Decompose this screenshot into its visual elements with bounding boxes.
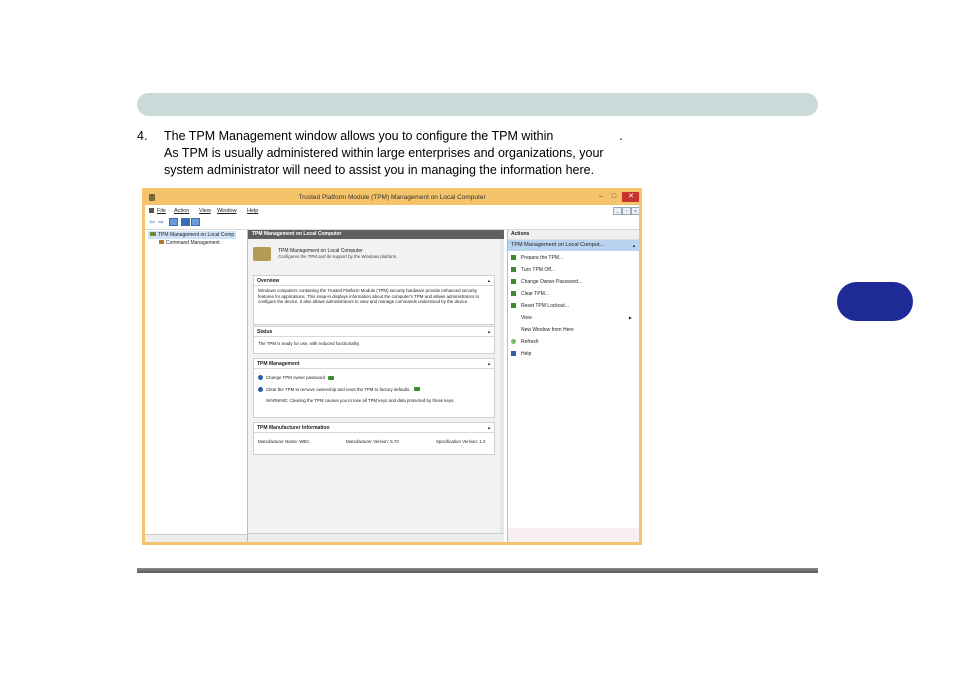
tpm-chip-icon: [150, 232, 156, 236]
menu-help[interactable]: Help: [247, 208, 258, 214]
action-change-owner-password[interactable]: Change Owner Password...: [511, 279, 582, 285]
action-prepare-tpm[interactable]: Prepare the TPM...: [511, 255, 563, 261]
collapse-icon[interactable]: ▲: [487, 329, 491, 334]
forward-icon[interactable]: ⇨: [157, 219, 165, 226]
prepare-icon: [511, 255, 516, 260]
tree-item-command-management[interactable]: Command Management: [159, 240, 220, 246]
console-tree: TPM Management on Local Comp Command Man…: [145, 230, 248, 542]
collapse-icon[interactable]: ▲: [487, 278, 491, 283]
action-view[interactable]: View▶: [511, 315, 636, 321]
action-refresh[interactable]: Refresh: [511, 339, 539, 345]
actions-footer: [508, 528, 639, 542]
action-new-window[interactable]: New Window from Here: [511, 327, 574, 333]
mdi-close-icon[interactable]: x: [631, 207, 639, 215]
center-pane: TPM Management on Local Computer TPM Man…: [248, 230, 504, 542]
action-turn-tpm-off[interactable]: Turn TPM Off...: [511, 267, 555, 273]
step-line-3: system administrator will need to assist…: [164, 162, 594, 179]
submenu-arrow-icon: ▶: [629, 315, 632, 320]
status-section: Status▲ The TPM is ready for use, with r…: [253, 326, 495, 354]
tpm-management-heading[interactable]: TPM Management▲: [254, 359, 494, 369]
help-icon[interactable]: [181, 218, 190, 226]
center-vertical-scrollbar[interactable]: [500, 239, 504, 534]
password-icon: [511, 279, 516, 284]
help-icon: [511, 351, 516, 356]
tpm-window-screenshot: Trusted Platform Module (TPM) Management…: [142, 188, 642, 545]
footer-rule: [137, 568, 818, 573]
title-bar: Trusted Platform Module (TPM) Management…: [145, 191, 639, 205]
maximize-button[interactable]: □: [608, 192, 620, 202]
step-number: 4.: [137, 128, 147, 145]
console-icon: [149, 208, 154, 213]
chapter-tab: [837, 282, 913, 321]
info-icon: [258, 387, 263, 392]
manufacturer-version: Manufacturer Version: 5.73: [346, 439, 399, 445]
action-reset-tpm-lockout[interactable]: Reset TPM Lockout...: [511, 303, 569, 309]
action-link-icon[interactable]: [328, 376, 334, 380]
clear-icon: [511, 291, 516, 296]
intro-subtitle: Configures the TPM and its support by th…: [278, 254, 396, 259]
actions-header: Actions: [508, 230, 639, 240]
header-band: [137, 93, 818, 116]
reset-icon: [511, 303, 516, 308]
center-content: TPM Management on Local Computer Configu…: [248, 239, 500, 534]
toolbar: ⇦ ⇨: [145, 216, 639, 230]
info-icon: [258, 375, 263, 380]
show-hide-tree-icon[interactable]: [169, 218, 178, 226]
collapse-icon[interactable]: ▲: [487, 361, 491, 366]
minimize-button[interactable]: –: [595, 192, 607, 202]
refresh-icon: [511, 339, 516, 344]
manufacturer-section: TPM Manufacturer Information▲ Manufactur…: [253, 422, 495, 455]
clear-tpm-item[interactable]: Clear the TPM to remove ownership and re…: [258, 387, 490, 393]
manufacturer-heading[interactable]: TPM Manufacturer Information▲: [254, 423, 494, 433]
actions-subheader[interactable]: TPM Management on Local Comput...▲: [508, 240, 639, 251]
action-link-icon[interactable]: [414, 387, 420, 391]
tpm-chip-icon: [253, 247, 271, 261]
turn-off-icon: [511, 267, 516, 272]
step-line-1: The TPM Management window allows you to …: [164, 128, 623, 145]
folder-icon: [159, 240, 164, 244]
window-title: Trusted Platform Module (TPM) Management…: [145, 194, 639, 201]
menu-file[interactable]: File: [157, 208, 166, 214]
actions-pane: Actions TPM Management on Local Comput..…: [507, 230, 639, 542]
status-text: The TPM is ready for use, with reduced f…: [254, 337, 494, 349]
tree-horizontal-scrollbar[interactable]: [145, 534, 247, 542]
menu-action[interactable]: Action: [174, 208, 189, 214]
mdi-restore-icon[interactable]: ▫: [622, 207, 631, 215]
action-clear-tpm[interactable]: Clear TPM...: [511, 291, 549, 297]
center-horizontal-scrollbar[interactable]: [248, 533, 504, 542]
action-help[interactable]: Help: [511, 351, 531, 357]
back-icon[interactable]: ⇦: [148, 219, 156, 226]
overview-heading[interactable]: Overview▲: [254, 276, 494, 286]
clear-tpm-warning: WARNING: Clearing the TPM causes you to …: [258, 398, 490, 404]
menu-bar: File Action View Window Help _ ▫ x: [145, 205, 639, 216]
menu-view[interactable]: View: [199, 208, 211, 214]
collapse-icon[interactable]: ▲: [487, 425, 491, 430]
mdi-minimize-icon[interactable]: _: [613, 207, 622, 215]
tpm-management-section: TPM Management▲ Change TPM owner passwor…: [253, 358, 495, 418]
collapse-icon[interactable]: ▲: [632, 240, 636, 251]
menu-window[interactable]: Window: [217, 208, 237, 214]
status-heading[interactable]: Status▲: [254, 327, 494, 337]
manufacturer-name: Manufacturer Name: WBC: [258, 439, 310, 445]
specification-version: Specification Version: 1.2: [436, 439, 485, 445]
center-header: TPM Management on Local Computer: [248, 230, 504, 239]
close-button[interactable]: ✕: [622, 192, 639, 202]
show-hide-action-pane-icon[interactable]: [191, 218, 200, 226]
overview-section: Overview▲ Windows computers containing t…: [253, 275, 495, 325]
change-owner-password-item[interactable]: Change TPM owner password: [258, 375, 490, 381]
tree-item-tpm-management[interactable]: TPM Management on Local Comp: [148, 231, 236, 239]
step-line-2: As TPM is usually administered within la…: [164, 145, 604, 162]
overview-text: Windows computers containing the Trusted…: [254, 286, 494, 307]
